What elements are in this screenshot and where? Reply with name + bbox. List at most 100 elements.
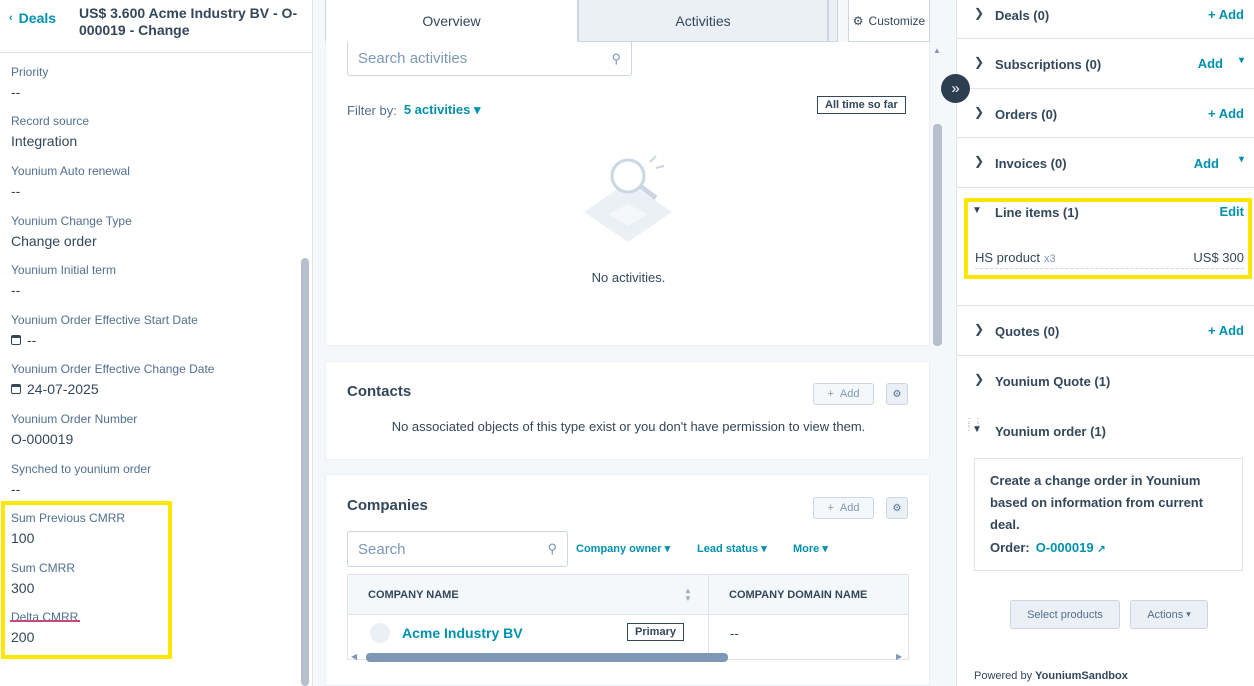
- younium-order-card: Create a change order in Younium based o…: [974, 458, 1243, 571]
- add-quote-button[interactable]: + Add: [1208, 323, 1244, 338]
- right-sidebar: ❯ Deals (0) + Add ❯ Subscriptions (0) Ad…: [956, 0, 1254, 686]
- calendar-icon: [11, 384, 21, 394]
- select-products-button[interactable]: Select products: [1010, 600, 1120, 629]
- prop-value[interactable]: --: [11, 84, 48, 100]
- add-deal-button[interactable]: + Add: [1208, 7, 1244, 22]
- section-invoices[interactable]: ❯ Invoices (0) Add ▾: [957, 138, 1254, 188]
- date-input[interactable]: --: [11, 332, 198, 348]
- table-header: COMPANY NAME ▲ ▼ COMPANY DOMAIN NAME: [348, 575, 908, 615]
- add-company-button[interactable]: + Add: [813, 497, 874, 519]
- prop-initial-term: Younium Initial term --: [11, 263, 116, 298]
- search-icon: ⚲: [611, 50, 621, 66]
- companies-card: Companies + Add ⚙ Search ⚲ Company owner …: [325, 474, 930, 686]
- prop-value[interactable]: --: [11, 481, 151, 497]
- company-domain-value: --: [730, 626, 739, 641]
- table-horizontal-scrollbar[interactable]: [366, 653, 728, 662]
- companies-settings-button[interactable]: ⚙: [886, 497, 908, 519]
- section-subscriptions[interactable]: ❯ Subscriptions (0) Add ▾: [957, 39, 1254, 89]
- empty-activities-text: No activities.: [591, 270, 666, 285]
- prop-value[interactable]: O-000019: [11, 431, 137, 447]
- tab-overview[interactable]: Overview: [325, 0, 578, 42]
- left-scrollbar[interactable]: [301, 258, 309, 686]
- filter-lead-status[interactable]: Lead status ▾: [697, 542, 767, 555]
- date-input[interactable]: 24-07-2025: [11, 381, 214, 397]
- empty-state-illustration: [584, 155, 672, 242]
- sort-icon[interactable]: ▲ ▼: [684, 587, 692, 603]
- scroll-right-arrow-icon[interactable]: ▶: [896, 652, 902, 661]
- tab-bar: Overview Activities ⚙ Customize: [325, 0, 945, 42]
- chevron-right-icon: ❯: [974, 55, 985, 69]
- section-younium-quote[interactable]: ❯ Younium Quote (1): [957, 356, 1254, 406]
- contacts-settings-button[interactable]: ⚙: [886, 383, 908, 405]
- company-logo-icon: [370, 623, 390, 643]
- section-deals[interactable]: ❯ Deals (0) + Add: [957, 0, 1254, 39]
- back-label: Deals: [18, 10, 57, 26]
- column-company-domain[interactable]: COMPANY DOMAIN NAME: [729, 589, 867, 601]
- main-scrollbar[interactable]: [933, 124, 942, 346]
- younium-order-number: Order: O-000019 ↗: [990, 540, 1106, 555]
- company-link[interactable]: Acme Industry BV: [402, 625, 523, 641]
- chevron-down-icon[interactable]: ▼: [972, 424, 982, 435]
- chevron-right-icon: ❯: [974, 105, 985, 119]
- prop-priority: Priority --: [11, 65, 49, 100]
- companies-title: Companies: [347, 497, 428, 514]
- scroll-left-arrow-icon[interactable]: ◀: [351, 652, 357, 661]
- prop-auto-renewal: Younium Auto renewal --: [11, 164, 130, 199]
- chevron-right-icon: ❯: [974, 322, 985, 336]
- prop-value[interactable]: Change order: [11, 233, 132, 249]
- chevron-left-icon: ‹: [9, 12, 13, 24]
- activity-filter: Filter by: 5 activities ▾: [347, 102, 481, 118]
- younium-order-description: Create a change order in Younium based o…: [990, 473, 1204, 532]
- chevron-right-icon: ❯: [974, 6, 985, 20]
- external-link-icon: ↗: [1097, 544, 1106, 555]
- add-contact-button[interactable]: + Add: [813, 383, 874, 405]
- main-content: Overview Activities ⚙ Customize Search a…: [313, 0, 956, 686]
- filter-more[interactable]: More ▾: [793, 542, 828, 555]
- gear-icon: ⚙: [892, 502, 902, 514]
- deal-title: US$ 3.600 Acme Industry BV - O-000019 - …: [79, 5, 298, 38]
- powered-by: Powered by YouniumSandbox: [974, 670, 1128, 682]
- table-row: Acme Industry BV Primary --: [348, 615, 908, 653]
- tab-activities[interactable]: Activities: [578, 0, 828, 42]
- record-header: ‹ Deals US$ 3.600 Acme Industry BV - O-0…: [0, 0, 312, 53]
- activity-card: Search activities ⚲ Filter by: 5 activit…: [325, 42, 930, 346]
- section-orders[interactable]: ❯ Orders (0) + Add: [957, 89, 1254, 138]
- highlight-box-line-items: [964, 198, 1252, 279]
- actions-dropdown[interactable]: Actions ▾: [1130, 600, 1208, 629]
- expand-sidebar-button[interactable]: »: [941, 74, 970, 103]
- caret-down-icon: ▾: [1186, 609, 1191, 619]
- activity-search-input[interactable]: Search activities ⚲: [347, 42, 632, 76]
- contacts-card: Contacts + Add ⚙ No associated objects of…: [325, 361, 930, 460]
- gear-icon: ⚙: [852, 13, 864, 28]
- chevron-down-icon[interactable]: ▾: [1239, 55, 1244, 66]
- primary-badge: Primary: [627, 623, 684, 641]
- prop-record-source: Record source Integration: [11, 114, 90, 149]
- scroll-up-arrow-icon[interactable]: ▲: [933, 46, 941, 55]
- section-quotes[interactable]: ❯ Quotes (0) + Add: [957, 306, 1254, 356]
- prop-effective-start-date: Younium Order Effective Start Date --: [11, 313, 198, 348]
- contacts-title: Contacts: [347, 383, 412, 400]
- company-search-input[interactable]: Search ⚲: [347, 531, 568, 567]
- plus-icon: +: [827, 502, 834, 514]
- prop-value[interactable]: --: [11, 183, 130, 199]
- plus-icon: +: [827, 388, 834, 400]
- add-invoice-button[interactable]: Add: [1194, 156, 1219, 171]
- customize-button[interactable]: ⚙ Customize: [848, 0, 930, 42]
- activity-filter-dropdown[interactable]: 5 activities ▾: [404, 102, 481, 118]
- time-range-filter[interactable]: All time so far: [817, 96, 906, 114]
- filter-company-owner[interactable]: Company owner ▾: [576, 542, 670, 555]
- prop-synched: Synched to younium order --: [11, 462, 152, 497]
- column-company-name[interactable]: COMPANY NAME: [368, 589, 459, 601]
- add-order-button[interactable]: + Add: [1208, 106, 1244, 121]
- highlight-box-cmrr: [1, 501, 172, 659]
- chevron-right-icon: ❯: [974, 372, 985, 386]
- add-subscription-button[interactable]: Add: [1198, 56, 1223, 71]
- gear-icon: ⚙: [892, 388, 902, 400]
- prop-value[interactable]: Integration: [11, 133, 89, 149]
- prop-value[interactable]: --: [11, 282, 116, 298]
- chevron-down-icon[interactable]: ▾: [1239, 154, 1244, 165]
- back-to-deals-link[interactable]: ‹ Deals: [9, 10, 56, 26]
- prop-effective-change-date: Younium Order Effective Change Date 24-0…: [11, 362, 215, 397]
- double-chevron-right-icon: »: [951, 80, 960, 97]
- order-link[interactable]: O-000019 ↗: [1036, 540, 1106, 555]
